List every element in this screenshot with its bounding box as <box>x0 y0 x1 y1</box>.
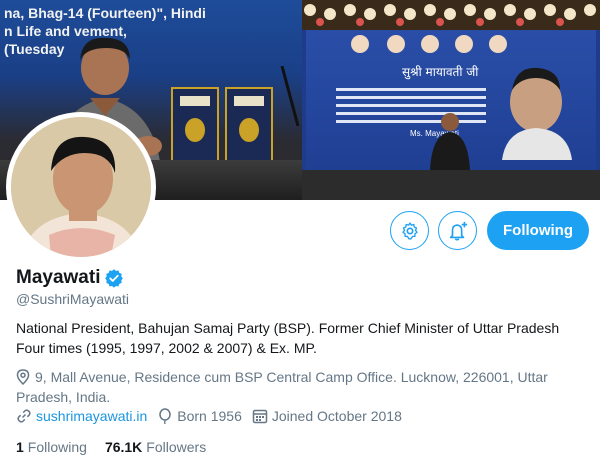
banner-books <box>171 87 273 163</box>
website-link[interactable]: sushrimayawati.in <box>36 408 147 424</box>
birthdate-text: Born 1956 <box>177 408 242 424</box>
banner-text-line1: na, Bhag-14 (Fourteen)", Hindi <box>4 5 206 21</box>
stage-sign-hindi: सुश्री मायावती जी <box>402 65 479 80</box>
profile-handle: @SushriMayawati <box>16 291 130 307</box>
location-pin-icon <box>16 369 30 385</box>
profile-join-date: Joined October 2018 <box>252 408 402 424</box>
followers-count: 76.1K <box>104 439 143 455</box>
profile-stats: 1 Following 76.1K Followers <box>16 437 224 457</box>
location-text: 9, Mall Avenue, Residence cum BSP Centra… <box>16 369 548 405</box>
banner-flower-garland <box>302 0 600 30</box>
profile-bio: National President, Bahujan Samaj Party … <box>16 318 591 358</box>
following-stat[interactable]: 1 Following <box>16 439 87 455</box>
following-label: Following <box>27 439 87 455</box>
calendar-icon <box>252 409 268 424</box>
bio-line: Four times (1995, 1997, 2002 & 2007) & E… <box>16 340 317 356</box>
bio-line: National President, Bahujan Samaj Party … <box>16 320 560 336</box>
profile-meta-row: sushrimayawati.in Born 1956 Joined Octob… <box>16 406 412 426</box>
stage-floor <box>302 170 600 200</box>
profile-website[interactable]: sushrimayawati.in <box>16 408 147 424</box>
followers-label: Followers <box>146 439 207 455</box>
following-button[interactable]: Following <box>487 211 589 250</box>
profile-location: 9, Mall Avenue, Residence cum BSP Centra… <box>16 367 591 407</box>
banner-photo-right: सुश्री मायावती जी Ms. Mayawati <box>302 0 600 200</box>
gear-icon <box>401 221 418 240</box>
profile-birthdate: Born 1956 <box>157 408 242 424</box>
profile-display-name: Mayawati <box>16 267 101 288</box>
stage-speaker-figure <box>430 113 470 170</box>
profile-name-row: Mayawati <box>16 266 124 290</box>
avatar-photo <box>11 117 151 257</box>
followers-stat[interactable]: 76.1K Followers <box>105 439 206 455</box>
verified-badge-icon <box>105 269 124 288</box>
join-date-text: Joined October 2018 <box>271 408 402 424</box>
profile-settings-button[interactable] <box>390 211 429 250</box>
balloon-icon <box>159 408 172 424</box>
profile-avatar[interactable] <box>6 112 156 262</box>
banner-microphone <box>280 66 300 126</box>
avatar-portrait <box>11 117 151 257</box>
link-icon <box>17 409 31 423</box>
notifications-toggle-button[interactable] <box>438 211 477 250</box>
bell-plus-icon <box>449 221 467 241</box>
following-count: 1 <box>16 439 24 455</box>
